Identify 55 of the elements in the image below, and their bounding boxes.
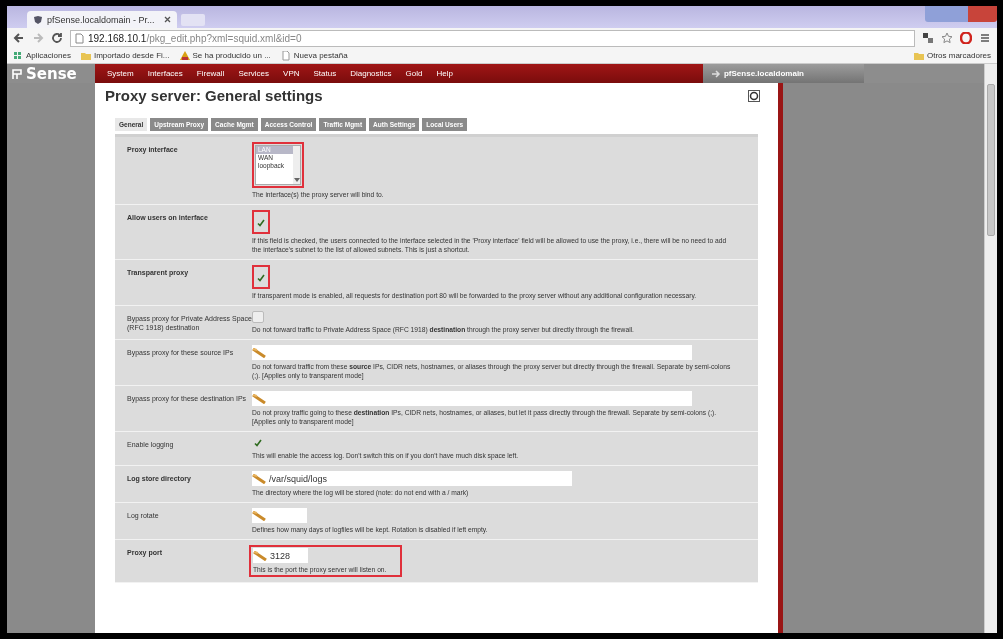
star-icon (941, 32, 953, 44)
warning-icon (179, 50, 190, 61)
page-icon (75, 32, 84, 44)
extension-icon (922, 32, 934, 44)
checkbox[interactable] (255, 272, 267, 284)
bookmark[interactable]: Aplicaciones (13, 50, 71, 61)
input-field[interactable] (252, 391, 692, 406)
pencil-icon (253, 550, 267, 561)
menu-item[interactable]: Help (436, 69, 453, 78)
apps-icon (13, 50, 23, 61)
new-tab-button[interactable] (181, 14, 205, 26)
close-icon (164, 16, 171, 23)
pf-icon (10, 66, 24, 81)
folder-icon (913, 50, 924, 61)
menu-icon (979, 32, 991, 44)
menu-item[interactable]: Services (238, 69, 270, 78)
menu-item[interactable]: Interfaces (147, 69, 183, 78)
menu-item[interactable]: System (107, 69, 134, 78)
tab-title: pfSense.localdomain - Pr... (47, 14, 156, 25)
bookmark[interactable]: Otros marcadores (913, 50, 991, 61)
logout-icon (710, 68, 721, 79)
pencil-icon (252, 510, 266, 521)
bookmark[interactable]: Nueva pestaña (280, 50, 348, 61)
address-field[interactable]: 192.168.10.1/pkg_edit.php?xml=squid.xml&id=0 (70, 29, 915, 47)
forward-icon (32, 32, 44, 44)
shield-icon (33, 14, 43, 25)
window-controls[interactable] (925, 6, 997, 22)
bookmark[interactable]: Se ha producido un ... (179, 50, 271, 61)
input-field[interactable]: /var/squid/logs (252, 471, 572, 486)
checkbox[interactable] (252, 437, 264, 449)
folder-icon (80, 50, 91, 61)
reload-icon (51, 32, 63, 44)
input-field[interactable] (252, 508, 307, 523)
back-icon (13, 32, 25, 44)
page-title: Proxy server: General settings (105, 87, 323, 104)
pencil-icon (252, 393, 266, 404)
menu-item[interactable]: VPN (283, 69, 300, 78)
help-icon (748, 89, 760, 102)
bookmark[interactable]: Importado desde Fi... (80, 50, 170, 61)
input-field[interactable]: 3128 (253, 548, 308, 563)
checkbox[interactable] (252, 311, 264, 323)
input-field[interactable] (252, 345, 692, 360)
pencil-icon (252, 473, 266, 484)
opera-icon (960, 32, 972, 44)
menu-item[interactable]: Gold (405, 69, 423, 78)
menu-item[interactable]: Diagnostics (350, 69, 392, 78)
menu-item[interactable]: Status (313, 69, 337, 78)
checkbox[interactable] (255, 217, 267, 229)
pencil-icon (252, 347, 266, 358)
browser-tab[interactable]: pfSense.localdomain - Pr... (27, 11, 177, 28)
menu-item[interactable]: Firewall (196, 69, 225, 78)
caret-icon (293, 178, 300, 182)
scrollbar[interactable] (984, 64, 997, 633)
logo: Sense (7, 64, 95, 83)
url-text: 192.168.10.1/pkg_edit.php?xml=squid.xml&id=0 (88, 32, 302, 44)
